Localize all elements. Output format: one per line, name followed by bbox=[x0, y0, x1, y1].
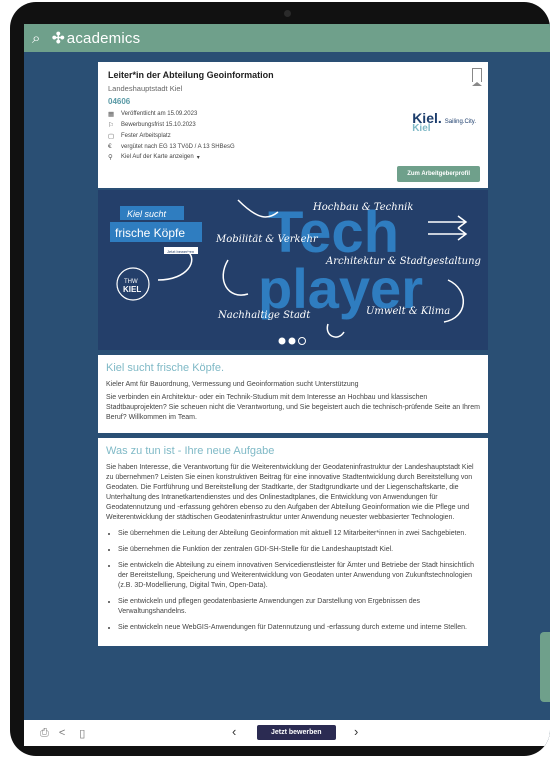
meta-text: Kiel Auf der Karte anzeigen bbox=[121, 154, 194, 160]
banner-graphic: Tech player Kiel sucht frische Köpfe Jet… bbox=[98, 190, 488, 350]
intro-heading: Kiel sucht frische Köpfe. bbox=[106, 362, 225, 374]
list-item: Sie übernehmen die Funktion der zentrale… bbox=[118, 545, 480, 555]
employer-profile-button[interactable]: Zum Arbeitgeberprofil bbox=[397, 166, 480, 182]
list-item: Sie entwickeln neue WebGIS-Anwendungen f… bbox=[118, 623, 480, 633]
job-content: Leiter*in der Abteilung Geoinformation L… bbox=[98, 62, 488, 712]
previous-job-button[interactable]: ‹ bbox=[232, 724, 236, 739]
job-id: 04606 bbox=[108, 97, 131, 106]
meta-text: vergütet nach EG 13 TVöD / A 13 SHBesG bbox=[121, 143, 235, 150]
meta-salary: € vergütet nach EG 13 TVöD / A 13 SHBesG bbox=[108, 143, 480, 150]
tasks-list: Sie übernehmen die Leitung der Abteilung… bbox=[106, 529, 480, 633]
kiel-tagline: Sailing.City. bbox=[444, 119, 476, 125]
banner-topic-umwelt: Umwelt & Klima bbox=[366, 306, 450, 317]
meta-location[interactable]: ⚲ Kiel Auf der Karte anzeigen ▾ bbox=[108, 153, 480, 161]
job-title: Leiter*in der Abteilung Geoinformation bbox=[108, 70, 274, 80]
kiel-logo: Kiel. Kiel Sailing.City. bbox=[412, 110, 476, 134]
bookmark-icon[interactable]: ▯ bbox=[79, 727, 85, 740]
banner-topic-nachhaltig: Nachhaltige Stadt bbox=[217, 310, 311, 321]
kiel-logo-text: Kiel. Kiel bbox=[412, 110, 442, 134]
meta-text: Fester Arbeitsplatz bbox=[121, 133, 171, 139]
intro-paragraph-1: Kieler Amt für Bauordnung, Vermessung un… bbox=[106, 381, 359, 388]
list-item: Sie übernehmen die Leitung der Abteilung… bbox=[118, 529, 480, 539]
meta-text: Bewerbungsfrist 15.10.2023 bbox=[121, 122, 196, 128]
list-item: Sie entwickeln die Abteilung zu einem in… bbox=[118, 561, 480, 591]
banner-topic-hochbau: Hochbau & Technik bbox=[312, 202, 413, 213]
calendar-icon: ▦ bbox=[108, 111, 115, 118]
intro-card: Kiel sucht frische Köpfe. Kieler Amt für… bbox=[98, 355, 488, 433]
briefcase-icon: ▢ bbox=[108, 133, 115, 140]
logo-mark: ✣ bbox=[52, 30, 65, 47]
logo-text: academics bbox=[66, 30, 141, 47]
tasks-paragraph: Sie haben Interesse, die Verantwortung f… bbox=[106, 464, 474, 521]
banner-topic-mobilitaet: Mobilität & Verkehr bbox=[215, 234, 319, 245]
flag-icon: ⚐ bbox=[108, 122, 114, 129]
tablet-frame: ⌕ ✣ academics Leiter*in der Abteilung Geo… bbox=[10, 2, 550, 756]
feedback-tab[interactable] bbox=[540, 632, 550, 702]
carousel-dot-2 bbox=[288, 337, 296, 345]
print-icon[interactable]: ⎙ bbox=[40, 727, 49, 740]
euro-icon: € bbox=[108, 143, 112, 150]
share-icon[interactable]: < bbox=[59, 727, 65, 739]
screen: ⌕ ✣ academics Leiter*in der Abteilung Geo… bbox=[24, 24, 550, 746]
next-job-button[interactable]: › bbox=[354, 724, 358, 739]
tech-player-banner: Tech player Kiel sucht frische Köpfe Jet… bbox=[98, 190, 488, 350]
chevron-down-icon: ▾ bbox=[196, 154, 200, 161]
search-icon[interactable]: ⌕ bbox=[32, 30, 46, 47]
apply-now-button[interactable]: Jetzt bewerben bbox=[257, 725, 336, 740]
carousel-dot-1 bbox=[278, 337, 286, 345]
employer-name[interactable]: Landeshauptstadt Kiel bbox=[108, 84, 480, 93]
banner-kiel-sucht: Kiel sucht bbox=[127, 209, 167, 219]
tasks-heading: Was zu tun ist - Ihre neue Aufgabe bbox=[106, 445, 275, 457]
banner-frische: frische Köpfe bbox=[115, 226, 185, 240]
front-camera bbox=[284, 10, 291, 17]
intro-paragraph-2: Sie verbinden ein Architektur- oder ein … bbox=[106, 394, 480, 421]
academics-logo[interactable]: ✣ academics bbox=[52, 29, 140, 47]
tasks-card: Was zu tun ist - Ihre neue Aufgabe Sie h… bbox=[98, 438, 488, 646]
banner-topic-architektur: Architektur & Stadtgestaltung bbox=[325, 256, 481, 267]
top-bar: ⌕ ✣ academics bbox=[24, 24, 550, 52]
bottom-action-bar: ⎙ < ▯ ‹ Jetzt bewerben › bbox=[24, 720, 550, 746]
meta-text: Veröffentlicht am 15.09.2023 bbox=[121, 111, 198, 117]
list-item: Sie entwickeln und pflegen geodatenbasie… bbox=[118, 597, 480, 617]
banner-badge-line2: KIEL bbox=[123, 285, 141, 294]
job-header-card: Leiter*in der Abteilung Geoinformation L… bbox=[98, 62, 488, 188]
bookmark-icon[interactable] bbox=[472, 68, 482, 86]
location-icon: ⚲ bbox=[108, 154, 113, 161]
